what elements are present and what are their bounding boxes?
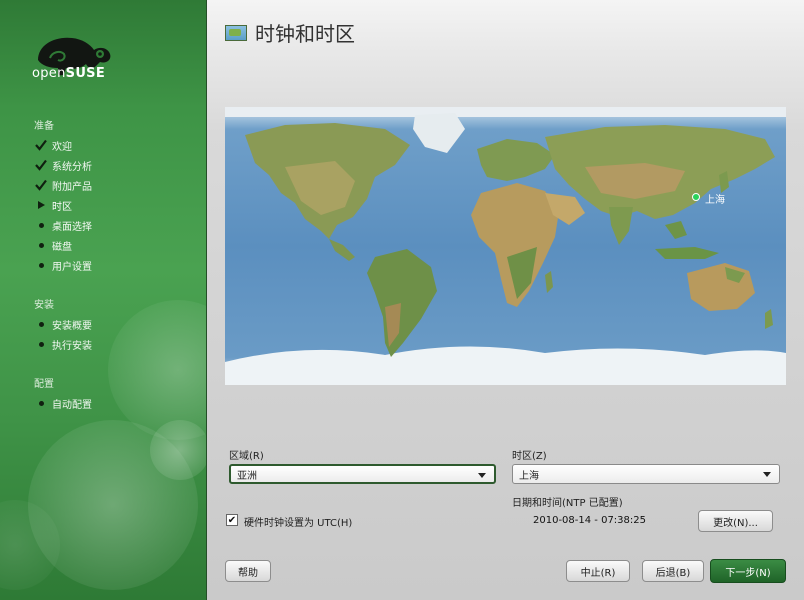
chevron-down-icon: [763, 472, 771, 477]
timezone-dropdown[interactable]: 上海: [512, 464, 780, 484]
datetime-label: 日期和时间(NTP 已配置): [512, 498, 623, 509]
step-disk: 磁盘: [34, 238, 72, 253]
chevron-down-icon: [478, 473, 486, 478]
change-datetime-button[interactable]: 更改(N)...: [698, 510, 773, 532]
checkmark-icon: [34, 178, 48, 192]
step-system-analysis: 系统分析: [34, 158, 92, 173]
step-label: 欢迎: [52, 141, 72, 153]
checkmark-icon: [34, 138, 48, 152]
next-button[interactable]: 下一步(N): [710, 559, 786, 583]
opensuse-chameleon-logo: [38, 37, 111, 76]
step-label: 安装概要: [52, 320, 92, 332]
step-label: 磁盘: [52, 241, 72, 253]
bullet-icon: [34, 396, 48, 410]
step-perform-installation: 执行安装: [34, 337, 92, 352]
main-panel: 时钟和时区 上海 区域(R) 亚洲 时区(Z) 上海 日期和时间(NTP 已配置…: [207, 0, 804, 600]
region-label: 区域(R): [229, 451, 264, 462]
world-clock-icon: [225, 24, 247, 41]
current-step-arrow-icon: [34, 198, 48, 212]
world-map-graphic: [225, 107, 786, 385]
decorative-bubble: [108, 300, 206, 440]
step-user-settings: 用户设置: [34, 258, 92, 273]
step-label: 附加产品: [52, 181, 92, 193]
step-label: 执行安装: [52, 340, 92, 352]
world-map[interactable]: 上海: [225, 107, 786, 385]
selected-city-label: 上海: [705, 195, 725, 206]
bullet-icon: [34, 238, 48, 252]
bullet-icon: [34, 258, 48, 272]
bullet-icon: [34, 337, 48, 351]
step-time-zone: 时区: [34, 198, 72, 213]
opensuse-logo-text: openSUSE: [32, 66, 106, 81]
section-title-install: 安装: [34, 300, 54, 311]
step-desktop-selection: 桌面选择: [34, 218, 92, 233]
timezone-label: 时区(Z): [512, 451, 547, 462]
utc-checkbox-label[interactable]: 硬件时钟设置为 UTC(H): [244, 514, 352, 529]
abort-button[interactable]: 中止(R): [566, 560, 630, 582]
bullet-icon: [34, 218, 48, 232]
page-title: 时钟和时区: [255, 22, 355, 46]
step-label: 系统分析: [52, 161, 92, 173]
region-dropdown[interactable]: 亚洲: [229, 464, 496, 484]
timezone-value: 上海: [519, 470, 539, 482]
help-button[interactable]: 帮助: [225, 560, 271, 582]
decorative-bubble: [150, 420, 206, 480]
step-label: 用户设置: [52, 261, 92, 273]
step-welcome: 欢迎: [34, 138, 72, 153]
step-installation-overview: 安装概要: [34, 317, 92, 332]
step-label: 时区: [52, 201, 72, 213]
step-add-on-products: 附加产品: [34, 178, 92, 193]
sidebar: openSUSE 准备 欢迎 系统分析 附加产品 时区 桌面选择 磁盘 用户设置…: [0, 0, 207, 600]
bullet-icon: [34, 317, 48, 331]
page-header: 时钟和时区: [225, 18, 355, 47]
section-title-configuration: 配置: [34, 379, 54, 390]
utc-checkbox[interactable]: ✔: [226, 514, 238, 526]
checkmark-icon: ✔: [227, 514, 237, 526]
step-label: 桌面选择: [52, 221, 92, 233]
checkmark-icon: [34, 158, 48, 172]
section-title-prepare: 准备: [34, 121, 54, 132]
datetime-value: 2010-08-14 - 07:38:25: [533, 515, 646, 526]
back-button[interactable]: 后退(B): [642, 560, 704, 582]
step-label: 自动配置: [52, 399, 92, 411]
step-automatic-configuration: 自动配置: [34, 396, 92, 411]
region-value: 亚洲: [237, 470, 257, 482]
